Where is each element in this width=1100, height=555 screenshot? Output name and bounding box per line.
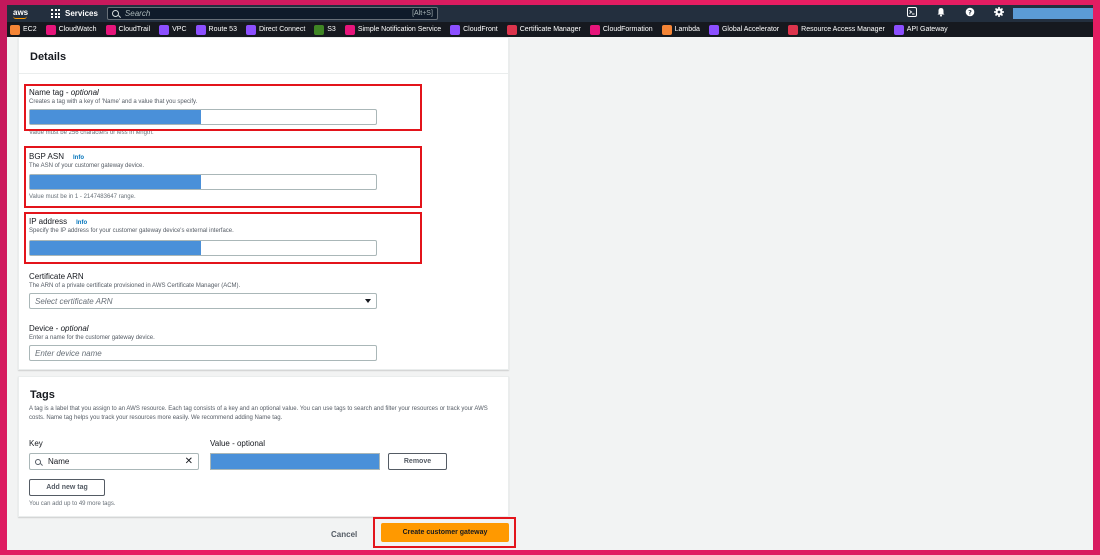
certificate-arn-label: Certificate ARN — [29, 272, 84, 281]
service-icon — [708, 24, 719, 35]
service-icon — [314, 24, 325, 35]
ip-address-highlight — [24, 212, 422, 264]
service-icon — [195, 24, 206, 35]
favorite-label: API Gateway — [906, 26, 948, 33]
favorite-item[interactable]: Global Accelerator — [708, 24, 780, 35]
service-icon — [10, 24, 20, 35]
favorite-label: Resource Access Manager — [801, 26, 885, 33]
tag-key-label: Key — [29, 439, 43, 448]
tag-value-input-redacted[interactable] — [210, 453, 380, 470]
favorites-bar: EC2 CloudWatch CloudTrail VPC Route 53 Direct… — [7, 22, 1093, 37]
favorite-label: Certificate Manager — [519, 26, 581, 33]
favorite-label: CloudFormation — [602, 26, 653, 33]
favorite-label: CloudFront — [463, 26, 498, 33]
nav-right-icons: ? — [906, 7, 1004, 18]
svg-text:?: ? — [968, 8, 972, 16]
service-icon — [344, 24, 355, 35]
favorite-item[interactable]: CloudTrail — [105, 24, 151, 35]
tag-value-label: Value - optional — [210, 439, 265, 448]
favorite-label: CloudTrail — [118, 26, 151, 33]
service-icon — [45, 24, 56, 35]
services-menu-button[interactable]: Services — [65, 9, 98, 18]
favorite-item[interactable]: CloudFront — [450, 24, 498, 35]
services-grid-icon[interactable] — [51, 9, 60, 18]
service-icon — [245, 24, 256, 35]
name-tag-highlight — [24, 84, 422, 131]
favorite-item[interactable]: CloudFormation — [589, 24, 653, 35]
service-icon — [893, 24, 904, 35]
tag-key-value: Name — [48, 457, 70, 466]
settings-gear-icon[interactable] — [993, 7, 1004, 18]
search-placeholder: Search — [124, 9, 151, 18]
favorite-label: Global Accelerator — [721, 26, 780, 33]
favorite-label: EC2 — [23, 26, 37, 33]
details-title: Details — [30, 51, 67, 63]
certificate-arn-description: The ARN of a private certificate provisi… — [29, 283, 241, 289]
favorite-item[interactable]: Route 53 — [195, 24, 237, 35]
device-input[interactable]: Enter device name — [29, 345, 377, 361]
service-icon — [661, 24, 672, 35]
clear-icon[interactable]: ✕ — [185, 456, 193, 467]
create-button-highlight — [373, 517, 516, 548]
service-icon — [506, 24, 517, 35]
device-label: Device - optional — [29, 324, 89, 333]
cancel-button[interactable]: Cancel — [331, 530, 357, 539]
aws-logo-text: aws — [13, 7, 29, 17]
favorite-item[interactable]: CloudWatch — [45, 24, 97, 35]
favorite-label: Route 53 — [208, 26, 237, 33]
search-icon — [111, 10, 119, 17]
favorite-item[interactable]: VPC — [159, 24, 187, 35]
favorite-label: VPC — [172, 26, 187, 33]
console-frame: aws Services Search [Alt+S] ? EC2 CloudW… — [7, 5, 1093, 550]
favorite-item[interactable]: API Gateway — [893, 24, 948, 35]
tags-limit-note: You can add up to 49 more tags. — [29, 501, 116, 507]
favorite-item[interactable]: S3 — [314, 24, 336, 35]
tags-description: A tag is a label that you assign to an A… — [29, 406, 488, 421]
account-menu-redacted[interactable] — [1013, 8, 1093, 19]
service-icon — [589, 24, 600, 35]
device-placeholder: Enter device name — [35, 349, 102, 358]
service-icon — [159, 24, 170, 35]
tags-panel: Tags A tag is a label that you assign to… — [18, 376, 509, 517]
favorite-item[interactable]: EC2 — [10, 24, 37, 35]
favorite-label: Lambda — [674, 26, 700, 33]
service-icon — [788, 24, 799, 35]
device-description: Enter a name for the customer gateway de… — [29, 335, 155, 341]
certificate-arn-select[interactable]: Select certificate ARN — [29, 293, 377, 309]
caret-down-icon — [365, 299, 371, 303]
tag-key-input[interactable]: Name ✕ — [29, 453, 199, 470]
search-input[interactable]: Search [Alt+S] — [106, 7, 438, 20]
favorite-item[interactable]: Simple Notification Service — [344, 24, 442, 35]
service-icon — [105, 24, 116, 35]
favorite-label: S3 — [327, 26, 336, 33]
certificate-arn-placeholder: Select certificate ARN — [35, 297, 113, 306]
search-shortcut: [Alt+S] — [412, 10, 433, 17]
cloudshell-icon[interactable] — [906, 7, 917, 18]
help-icon[interactable]: ? — [964, 7, 975, 18]
search-icon — [35, 458, 41, 465]
bgp-asn-highlight — [24, 146, 422, 208]
favorite-label: Direct Connect — [258, 26, 306, 33]
favorite-item[interactable]: Lambda — [661, 24, 700, 35]
aws-logo[interactable]: aws — [13, 7, 35, 19]
favorite-item[interactable]: Resource Access Manager — [788, 24, 885, 35]
favorite-label: CloudWatch — [58, 26, 97, 33]
service-icon — [450, 24, 461, 35]
add-new-tag-button[interactable]: Add new tag — [29, 479, 105, 496]
details-divider — [19, 73, 508, 74]
favorite-item[interactable]: Direct Connect — [245, 24, 306, 35]
favorite-item[interactable]: Certificate Manager — [506, 24, 581, 35]
remove-tag-button[interactable]: Remove — [388, 453, 447, 470]
details-panel: Details Name tag - optional Creates a ta… — [18, 37, 509, 370]
favorite-label: Simple Notification Service — [357, 26, 442, 33]
notifications-bell-icon[interactable] — [935, 7, 946, 18]
tags-title: Tags — [30, 389, 55, 401]
top-navigation: aws Services Search [Alt+S] ? — [7, 5, 1093, 22]
